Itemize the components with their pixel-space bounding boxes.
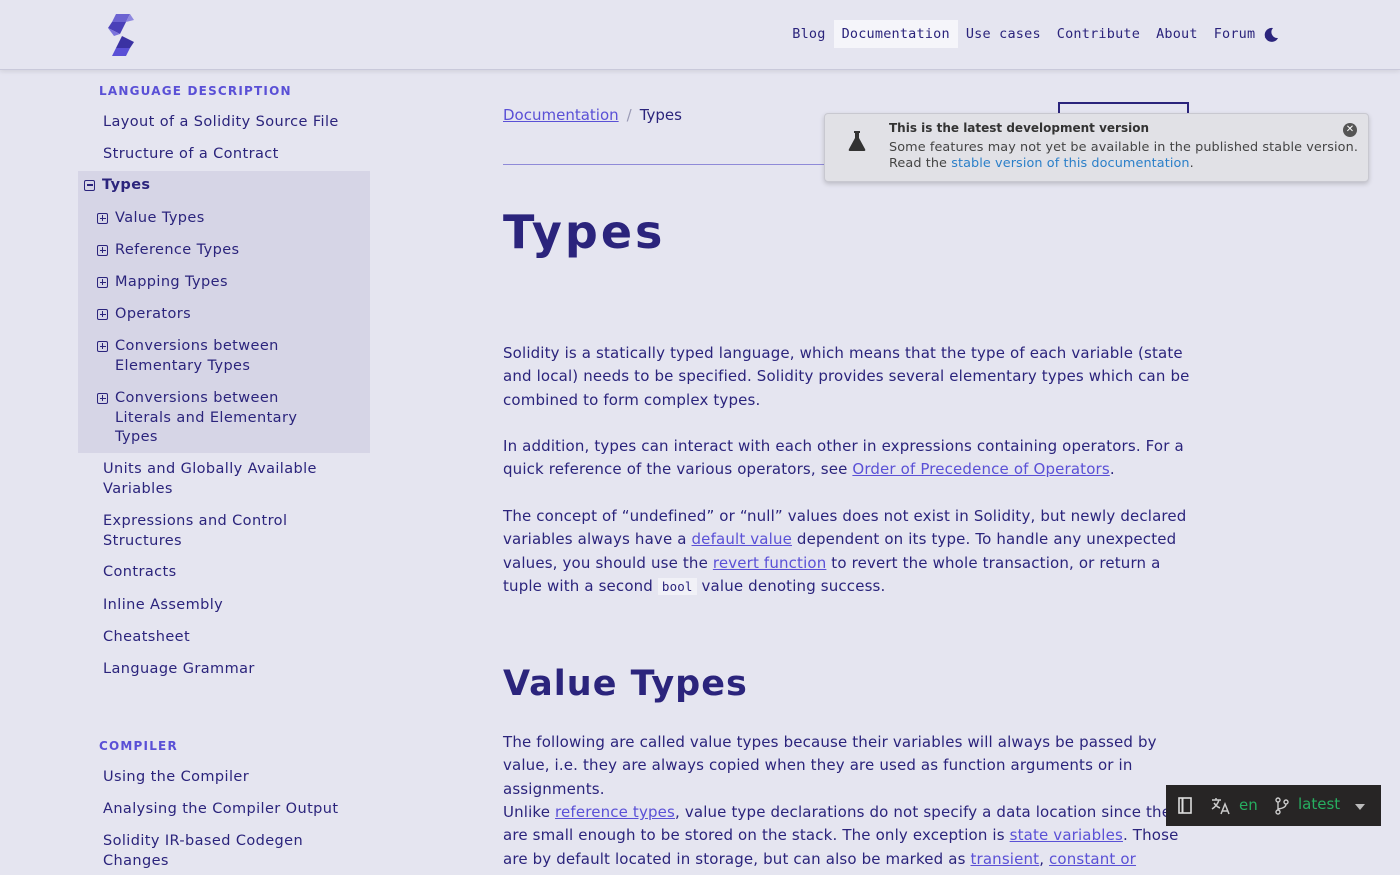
sidebar-item-label: Types (102, 177, 151, 193)
sidebar-item-types[interactable]: Types (84, 177, 150, 193)
sidebar-item-analysing-output[interactable]: Analysing the Compiler Output (103, 800, 363, 820)
breadcrumb-link[interactable]: Documentation (503, 106, 619, 124)
sidebar-item-reference-types[interactable]: Reference Types (97, 241, 347, 261)
paragraph-text: Unlike (503, 803, 556, 821)
nav-blog[interactable]: Blog (784, 20, 833, 48)
paragraph: The concept of “undefined” or “null” val… (503, 505, 1193, 598)
top-nav: Blog Documentation Use cases Contribute … (784, 20, 1280, 48)
moon-icon[interactable] (1262, 26, 1280, 44)
sidebar-item-label: Value Types (115, 210, 205, 226)
banner-text-part: Read the (889, 156, 952, 171)
banner-text: Some features may not yet be available i… (889, 140, 1358, 155)
breadcrumb-current: Types (639, 106, 682, 124)
expand-icon[interactable] (97, 393, 108, 404)
section-heading: Value Types (503, 664, 748, 704)
nav-contribute[interactable]: Contribute (1049, 20, 1148, 48)
expand-icon[interactable] (97, 277, 108, 288)
banner-text-part: . (1189, 156, 1194, 171)
collapse-icon[interactable] (84, 179, 95, 191)
sidebar: LANGUAGE DESCRIPTION Layout of a Solidit… (0, 70, 380, 875)
nav-use-cases[interactable]: Use cases (958, 20, 1049, 48)
paragraph-text: . (1109, 460, 1115, 479)
expand-icon[interactable] (97, 213, 108, 224)
link-transient[interactable]: transient (970, 850, 1039, 868)
paragraph: The following are called value types bec… (503, 733, 1157, 798)
dev-version-banner: This is the latest development version S… (824, 113, 1369, 182)
version-flyout[interactable]: en latest (1166, 785, 1381, 826)
sidebar-item-mapping-types[interactable]: Mapping Types (97, 273, 347, 293)
sidebar-item-grammar[interactable]: Language Grammar (103, 660, 363, 680)
sidebar-section-title: LANGUAGE DESCRIPTION (99, 84, 292, 98)
solidity-logo[interactable] (106, 14, 136, 56)
link-default-value[interactable]: default value (692, 530, 792, 548)
link-state-variables[interactable]: state variables (1010, 826, 1123, 844)
sidebar-item-conversions-elementary[interactable]: Conversions between Elementary Types (97, 337, 297, 376)
top-bar: Blog Documentation Use cases Contribute … (0, 0, 1400, 70)
inline-code: bool (657, 577, 697, 595)
sidebar-item-inline-assembly[interactable]: Inline Assembly (103, 596, 363, 616)
expand-icon[interactable] (97, 309, 108, 320)
link-revert-function[interactable]: revert function (713, 554, 827, 572)
sidebar-item-contracts[interactable]: Contracts (103, 563, 363, 583)
caret-down-icon[interactable] (1354, 803, 1366, 811)
paragraph-text: value denoting success. (696, 576, 886, 595)
sidebar-item-layout[interactable]: Layout of a Solidity Source File (103, 113, 363, 133)
sidebar-item-label: Operators (115, 306, 192, 322)
sidebar-item-structure[interactable]: Structure of a Contract (103, 145, 363, 165)
sidebar-item-label: Reference Types (115, 242, 240, 258)
sidebar-item-using-compiler[interactable]: Using the Compiler (103, 768, 363, 788)
sidebar-item-value-types[interactable]: Value Types (97, 209, 347, 229)
sidebar-item-units[interactable]: Units and Globally Available Variables (103, 460, 333, 499)
paragraph-text: , (1039, 849, 1050, 868)
sidebar-section-title: COMPILER (99, 739, 178, 753)
book-icon[interactable] (1178, 797, 1192, 814)
paragraph: Unlike reference types, value type decla… (503, 801, 1193, 875)
link-reference-types[interactable]: reference types (555, 803, 675, 821)
sidebar-item-expressions[interactable]: Expressions and Control Structures (103, 512, 313, 551)
sidebar-item-label: Mapping Types (115, 274, 228, 290)
link-order-of-precedence[interactable]: Order of Precedence of Operators (852, 460, 1109, 478)
paragraph: In addition, types can interact with eac… (503, 435, 1193, 482)
version-label[interactable]: latest (1298, 795, 1340, 813)
nav-documentation[interactable]: Documentation (833, 20, 958, 48)
branch-icon[interactable] (1274, 797, 1290, 815)
banner-text: Read the stable version of this document… (889, 156, 1194, 171)
sidebar-item-label: Conversions between Literals and Element… (115, 390, 298, 445)
page-title: Types (503, 205, 666, 259)
translate-icon[interactable] (1211, 797, 1231, 815)
nav-about[interactable]: About (1148, 20, 1206, 48)
expand-icon[interactable] (97, 245, 108, 256)
breadcrumb: Documentation / Types (503, 106, 682, 124)
sidebar-item-conversions-literals[interactable]: Conversions between Literals and Element… (97, 389, 317, 448)
paragraph: Solidity is a statically typed language,… (503, 344, 1190, 409)
sidebar-item-cheatsheet[interactable]: Cheatsheet (103, 628, 363, 648)
flask-icon (848, 131, 866, 151)
sidebar-item-label: Conversions between Elementary Types (115, 338, 279, 374)
stable-version-link[interactable]: stable version of this documentation (951, 156, 1189, 171)
sidebar-item-ir-codegen[interactable]: Solidity IR-based Codegen Changes (103, 832, 323, 871)
banner-title: This is the latest development version (889, 121, 1149, 135)
breadcrumb-separator: / (626, 106, 632, 124)
close-icon[interactable]: ✕ (1343, 123, 1357, 137)
sidebar-item-operators[interactable]: Operators (97, 305, 347, 325)
expand-icon[interactable] (97, 341, 108, 352)
language-label[interactable]: en (1239, 796, 1258, 814)
